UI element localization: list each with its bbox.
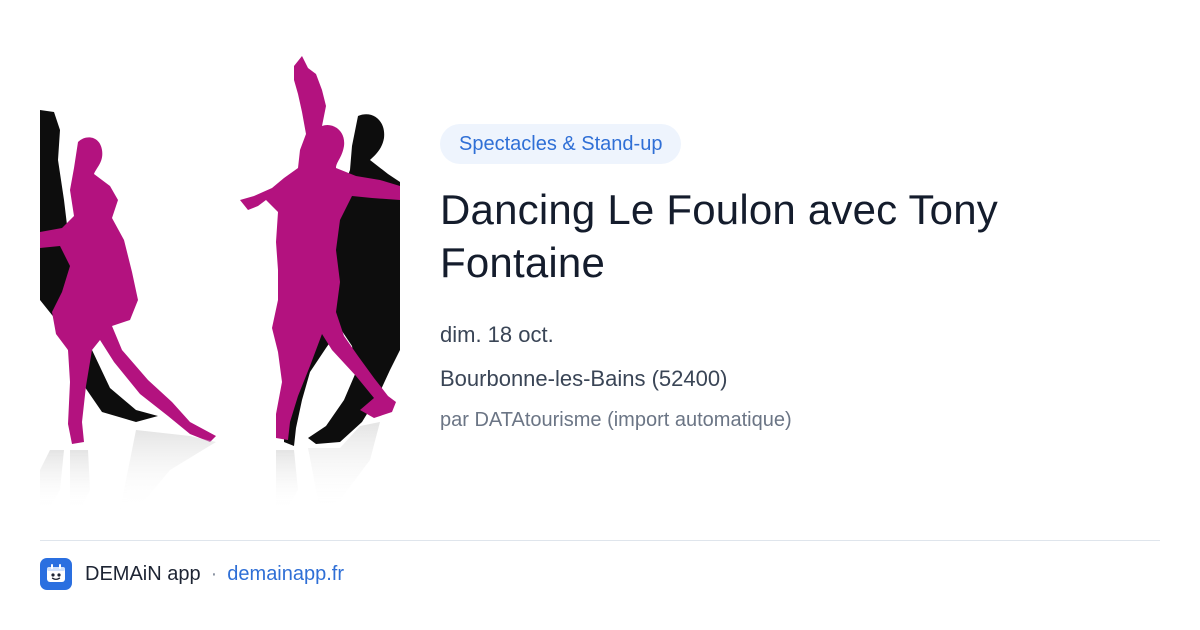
event-location: Bourbonne-les-Bains (52400) [440, 366, 728, 391]
share-card: Spectacles & Stand-up Dancing Le Foulon … [0, 0, 1200, 630]
app-url-link[interactable]: demainapp.fr [227, 563, 344, 586]
event-image [40, 50, 400, 510]
event-date: dim. 18 oct. [440, 322, 554, 347]
footer: DEMAiN app · demainapp.fr [40, 558, 344, 590]
event-title: Dancing Le Foulon avec Tony Fontaine [440, 186, 998, 286]
demain-app-logo-icon [40, 558, 72, 590]
app-name: DEMAiN app [85, 562, 201, 585]
category-badge[interactable]: Spectacles & Stand-up [440, 124, 682, 164]
footer-separator: · [210, 562, 218, 585]
event-details: Spectacles & Stand-up Dancing Le Foulon … [440, 124, 1160, 434]
event-source: par DATAtourisme (import automatique) [440, 409, 792, 431]
footer-divider [40, 540, 1160, 541]
dancers-silhouette-image [40, 56, 400, 510]
